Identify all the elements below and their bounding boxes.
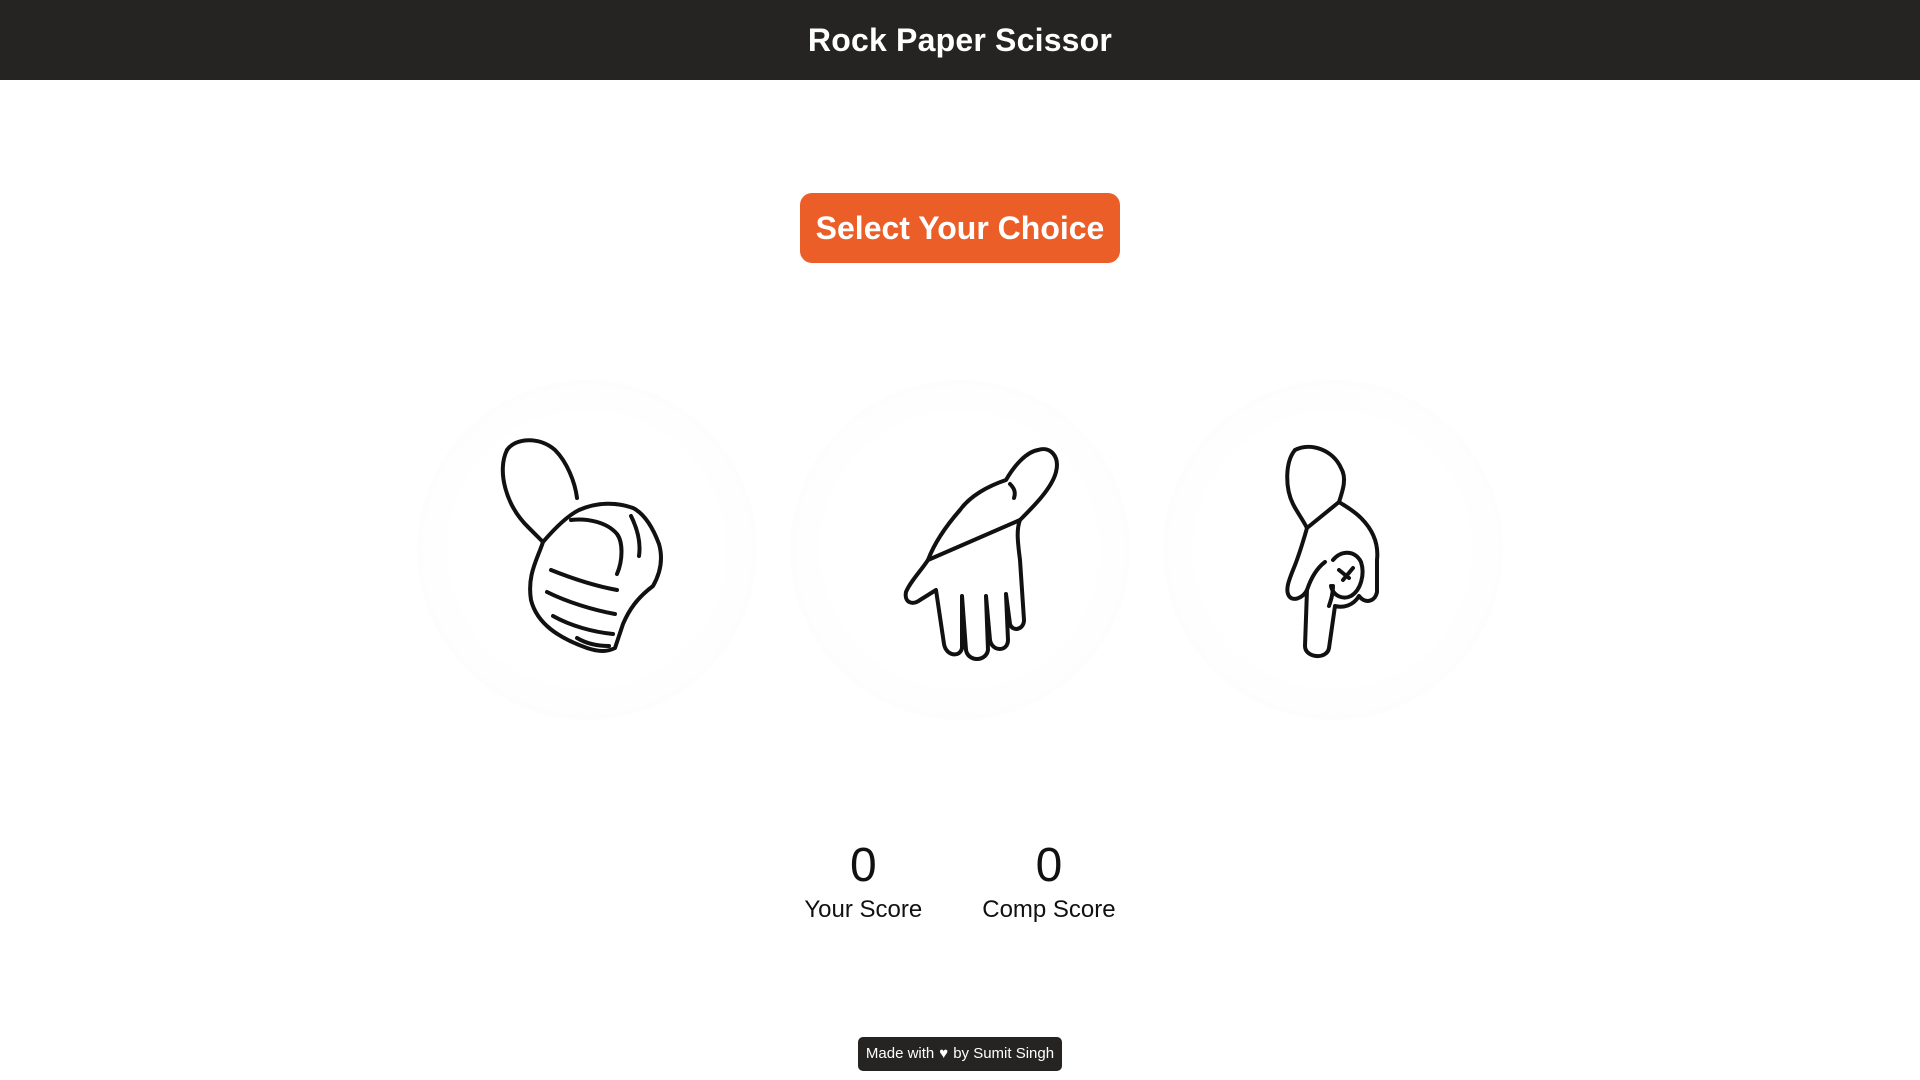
user-score-label: Your Score xyxy=(804,896,923,923)
paper-choice[interactable] xyxy=(790,380,1130,720)
paper-hand-icon xyxy=(903,447,1059,661)
heart-icon: ♥ xyxy=(939,1045,949,1062)
rock-hand-icon xyxy=(500,438,663,653)
app-header: Rock Paper Scissor xyxy=(0,0,1920,80)
user-score: 0 Your Score xyxy=(804,838,922,926)
footer-made-with: Made with xyxy=(865,1045,935,1062)
scissors-hand-icon xyxy=(1285,444,1380,658)
scissors-choice[interactable] xyxy=(1163,380,1503,720)
comp-score-value: 0 xyxy=(1035,839,1063,892)
app-title: Rock Paper Scissor xyxy=(807,21,1113,58)
user-score-value: 0 xyxy=(849,839,877,892)
score-board: 0 Your Score 0 Comp Score xyxy=(0,838,1920,926)
footer-container: Made with ♥ by Sumit Singh xyxy=(0,1037,1920,1071)
rock-choice[interactable] xyxy=(417,380,757,720)
comp-score: 0 Comp Score xyxy=(982,838,1115,926)
choices-container xyxy=(0,380,1920,720)
comp-score-label: Comp Score xyxy=(982,896,1116,923)
footer-credit: Made with ♥ by Sumit Singh xyxy=(857,1037,1063,1071)
message-container: Select Your Choice xyxy=(0,193,1920,263)
footer-author: by Sumit Singh xyxy=(953,1045,1055,1062)
status-message: Select Your Choice xyxy=(799,193,1121,263)
